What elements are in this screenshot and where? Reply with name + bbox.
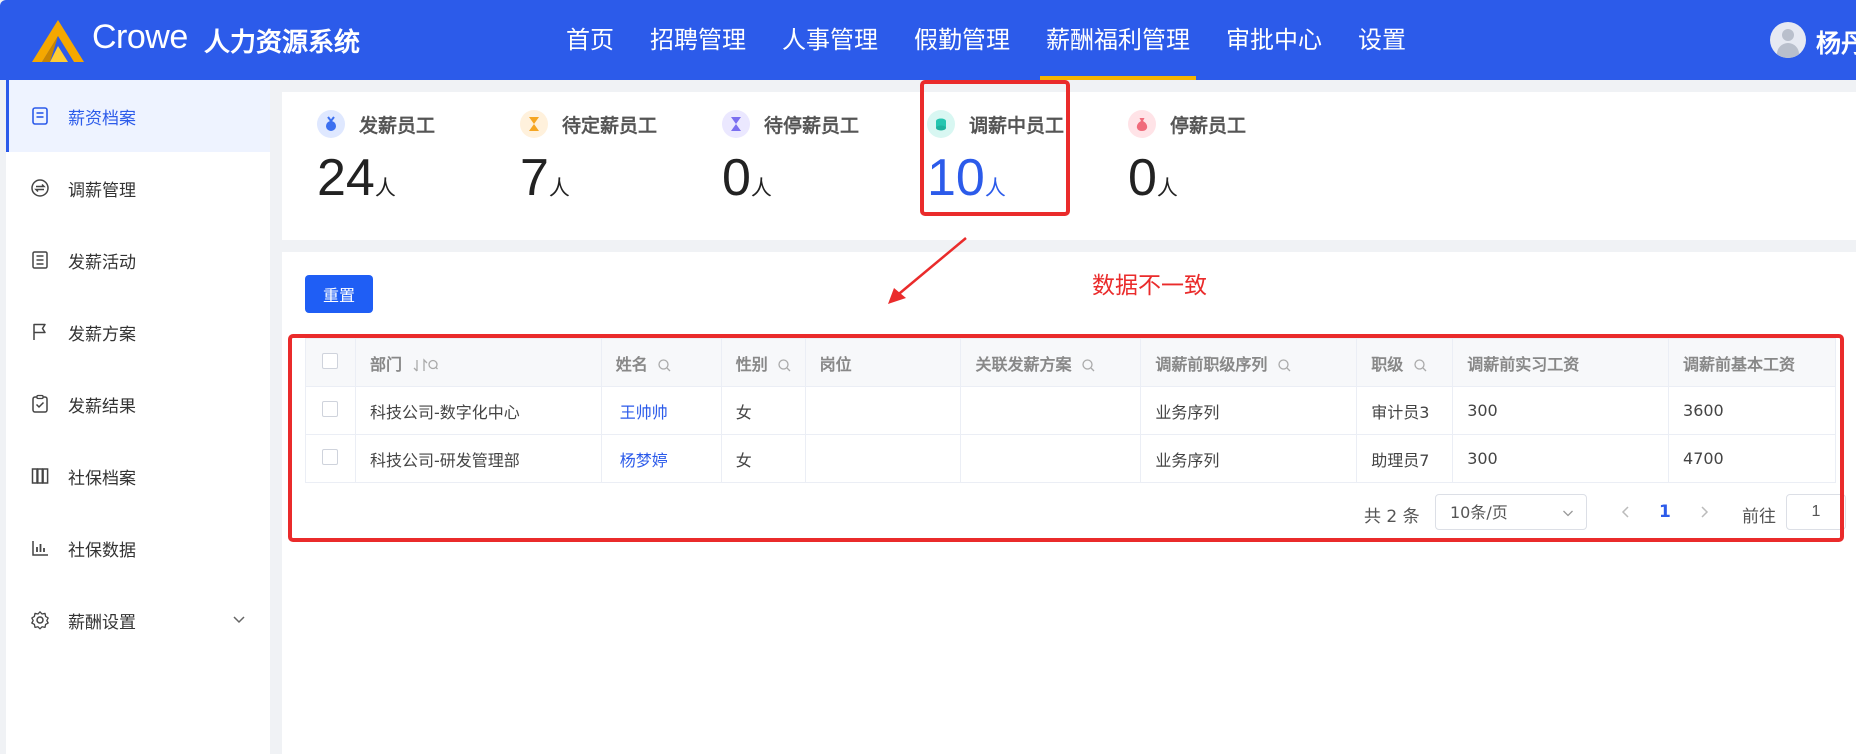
sidebar: 薪资档案 调薪管理 发薪活动 发薪方案 发薪结果 社保档案 社保数据 薪酬设置 (6, 80, 270, 754)
document-icon (32, 107, 48, 125)
annotation-text: 数据不一致 (1092, 273, 1207, 299)
sidebar-item-social-security-data[interactable]: 社保数据 (6, 512, 270, 584)
chevron-down-icon (233, 616, 245, 624)
flag-icon (33, 323, 46, 340)
stat-unit: 人 (750, 176, 772, 200)
nav-item-approval[interactable]: 审批中心 (1208, 0, 1340, 80)
medal-icon (317, 110, 345, 138)
exchange-icon (31, 179, 49, 197)
stat-value: 0 (722, 149, 751, 207)
sidebar-item-payroll-plan[interactable]: 发薪方案 (6, 296, 270, 368)
sidebar-item-label: 社保档案 (68, 468, 136, 489)
nav-item-compensation[interactable]: 薪酬福利管理 (1028, 0, 1208, 80)
clipboard-check-icon (32, 394, 48, 413)
nav-item-personnel[interactable]: 人事管理 (764, 0, 896, 80)
sidebar-item-salary-adjustment[interactable]: 调薪管理 (6, 152, 270, 224)
nav-item-settings[interactable]: 设置 (1340, 0, 1424, 80)
annotation-highlight-table (288, 334, 1844, 542)
main-nav: 首页 招聘管理 人事管理 假勤管理 薪酬福利管理 审批中心 设置 (548, 0, 1424, 80)
crowe-logo-icon (32, 20, 84, 62)
stat-unit: 人 (548, 176, 570, 200)
stat-label: 停薪员工 (1170, 114, 1247, 137)
archive-icon (31, 468, 49, 484)
annotation-highlight-stat (920, 80, 1070, 216)
avatar[interactable] (1770, 22, 1806, 58)
stat-value: 0 (1128, 149, 1157, 207)
gear-icon (31, 611, 49, 630)
annotation-arrow-icon (888, 237, 967, 304)
sidebar-item-payroll-result[interactable]: 发薪结果 (6, 368, 270, 440)
sidebar-item-label: 调薪管理 (68, 180, 136, 201)
nav-item-home[interactable]: 首页 (548, 0, 632, 80)
stat-unit: 人 (374, 176, 396, 200)
sidebar-item-label: 发薪方案 (68, 324, 136, 345)
sidebar-item-salary-archive[interactable]: 薪资档案 (6, 80, 270, 152)
sidebar-item-label: 薪酬设置 (68, 612, 136, 633)
stat-label: 待停薪员工 (764, 114, 860, 137)
sidebar-item-label: 社保数据 (68, 540, 136, 561)
app-title: 人力资源系统 (204, 28, 361, 58)
stat-label: 待定薪员工 (562, 114, 658, 137)
stat-unit: 人 (1156, 176, 1178, 200)
logo-text: Crowe (92, 18, 188, 56)
top-navigation-bar: Crowe 人力资源系统 首页 招聘管理 人事管理 假勤管理 薪酬福利管理 审批… (0, 0, 1856, 80)
user-name[interactable]: 杨丹 (1816, 24, 1856, 60)
nav-item-recruitment[interactable]: 招聘管理 (632, 0, 764, 80)
reset-button[interactable]: 重置 (305, 275, 373, 313)
stat-value: 7 (520, 149, 549, 207)
sidebar-item-label: 薪资档案 (68, 108, 136, 129)
list-icon (32, 251, 48, 269)
stat-value: 24 (317, 149, 375, 207)
hourglass-icon (722, 110, 750, 138)
stat-label: 发薪员工 (359, 114, 436, 137)
nav-item-leave-attendance[interactable]: 假勤管理 (896, 0, 1028, 80)
sidebar-item-compensation-settings[interactable]: 薪酬设置 (6, 584, 270, 656)
sidebar-item-label: 发薪结果 (68, 396, 136, 417)
sidebar-item-payroll-activity[interactable]: 发薪活动 (6, 224, 270, 296)
sidebar-item-label: 发薪活动 (68, 252, 136, 273)
hourglass-icon (520, 110, 548, 138)
sidebar-item-social-security-archive[interactable]: 社保档案 (6, 440, 270, 512)
bar-chart-icon (32, 541, 48, 556)
money-bag-icon (1128, 110, 1156, 138)
